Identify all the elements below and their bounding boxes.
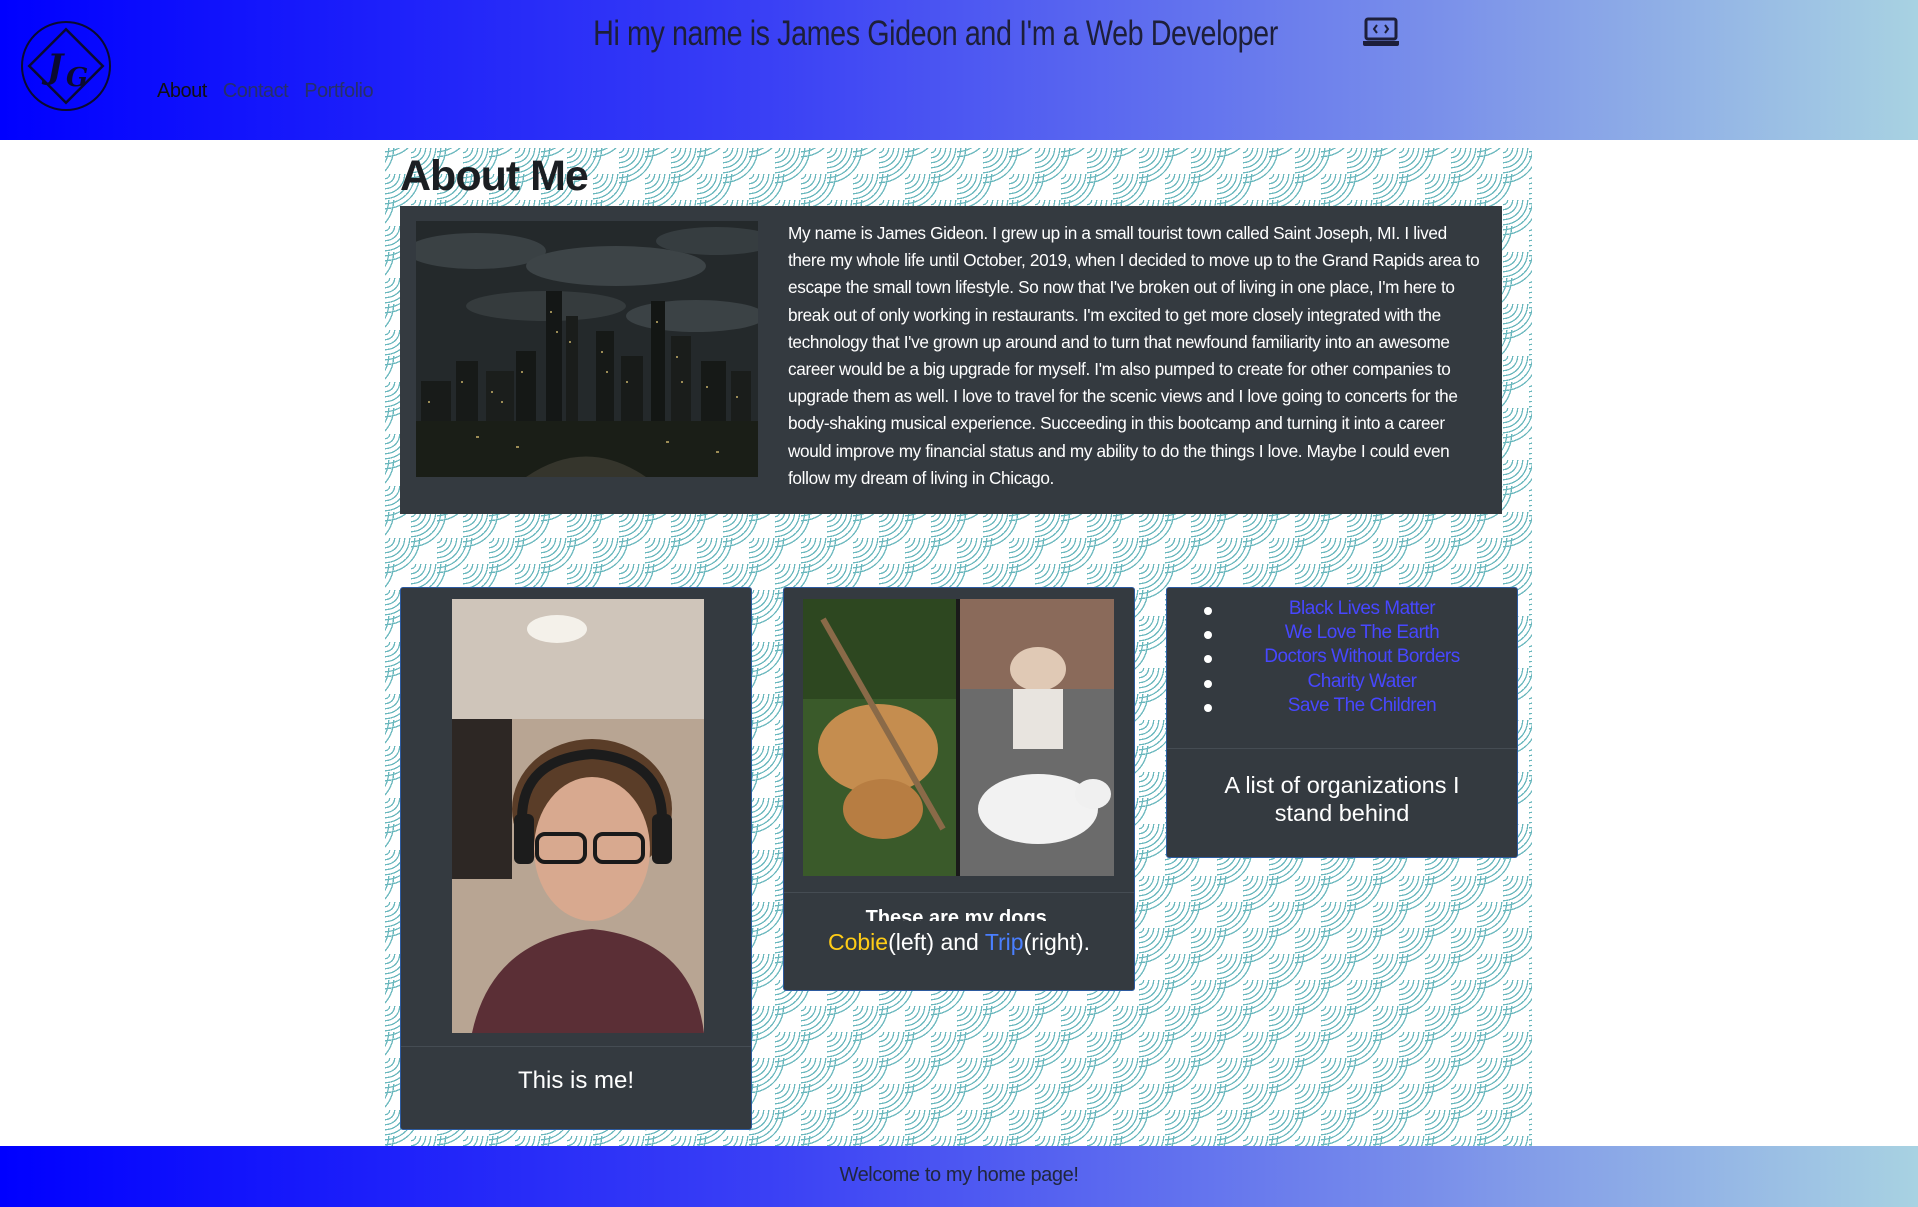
main-content: About Me My name is James Gideon. I grew…: [385, 148, 1532, 1146]
org-link-doctors-without-borders[interactable]: Doctors Without Borders: [1264, 646, 1460, 667]
chicago-skyline-image: [416, 221, 758, 477]
site-title: Hi my name is James Gideon and I'm a Web…: [0, 14, 1918, 56]
list-item: We Love The Earth: [1167, 622, 1517, 646]
list-item: Black Lives Matter: [1167, 598, 1517, 622]
org-link-charity-water[interactable]: Charity Water: [1308, 671, 1417, 692]
organizations-list: Black Lives Matter We Love The Earth Doc…: [1167, 598, 1517, 719]
org-link-we-love-the-earth[interactable]: We Love The Earth: [1285, 622, 1440, 643]
site-header: J G Hi my name is James Gideon and I'm a…: [0, 0, 1918, 140]
nav-portfolio[interactable]: Portfolio: [304, 80, 373, 103]
about-panel: My name is James Gideon. I grew up in a …: [400, 206, 1502, 514]
card-me-caption: This is me!: [517, 1067, 634, 1094]
org-link-save-the-children[interactable]: Save The Children: [1288, 695, 1437, 716]
card-dogs-footer: These are my dogs, Cobie(left) and Trip(…: [784, 892, 1134, 992]
site-footer: Welcome to my home page!: [0, 1146, 1918, 1207]
nav-contact[interactable]: Contact: [223, 80, 289, 103]
card-orgs-caption: A list of organizations I stand behind: [1224, 772, 1460, 826]
org-link-black-lives-matter[interactable]: Black Lives Matter: [1289, 598, 1436, 619]
list-item: Save The Children: [1167, 695, 1517, 719]
dogs-caption-left: (left) and: [888, 929, 985, 955]
card-me: This is me!: [400, 587, 752, 1130]
portrait-photo: [452, 599, 704, 1033]
dogs-caption-line1: These are my dogs,: [865, 907, 1053, 921]
card-orgs-footer: A list of organizations I stand behind: [1167, 748, 1517, 859]
dog-name-cobie: Cobie: [827, 929, 889, 955]
main-nav: About Contact Portfolio: [157, 80, 374, 103]
dogs-photo: [803, 599, 1114, 876]
dogs-caption-line2: Cobie(left) and Trip(right).: [784, 929, 1134, 956]
svg-text:G: G: [66, 63, 88, 93]
site-title-text: Hi my name is James Gideon and I'm a Web…: [593, 14, 1279, 53]
nav-about[interactable]: About: [157, 80, 207, 103]
list-item: Doctors Without Borders: [1167, 646, 1517, 670]
dog-name-trip: Trip: [984, 929, 1024, 955]
footer-text: Welcome to my home page!: [839, 1164, 1079, 1186]
card-organizations: Black Lives Matter We Love The Earth Doc…: [1166, 587, 1518, 858]
list-item: Charity Water: [1167, 671, 1517, 695]
laptop-code-icon: [1362, 16, 1400, 56]
dogs-caption-right: (right).: [1023, 929, 1091, 955]
about-text: My name is James Gideon. I grew up in a …: [788, 223, 1480, 488]
about-heading: About Me: [400, 152, 589, 200]
card-dogs: These are my dogs, Cobie(left) and Trip(…: [783, 587, 1135, 991]
card-me-footer: This is me!: [401, 1046, 751, 1131]
